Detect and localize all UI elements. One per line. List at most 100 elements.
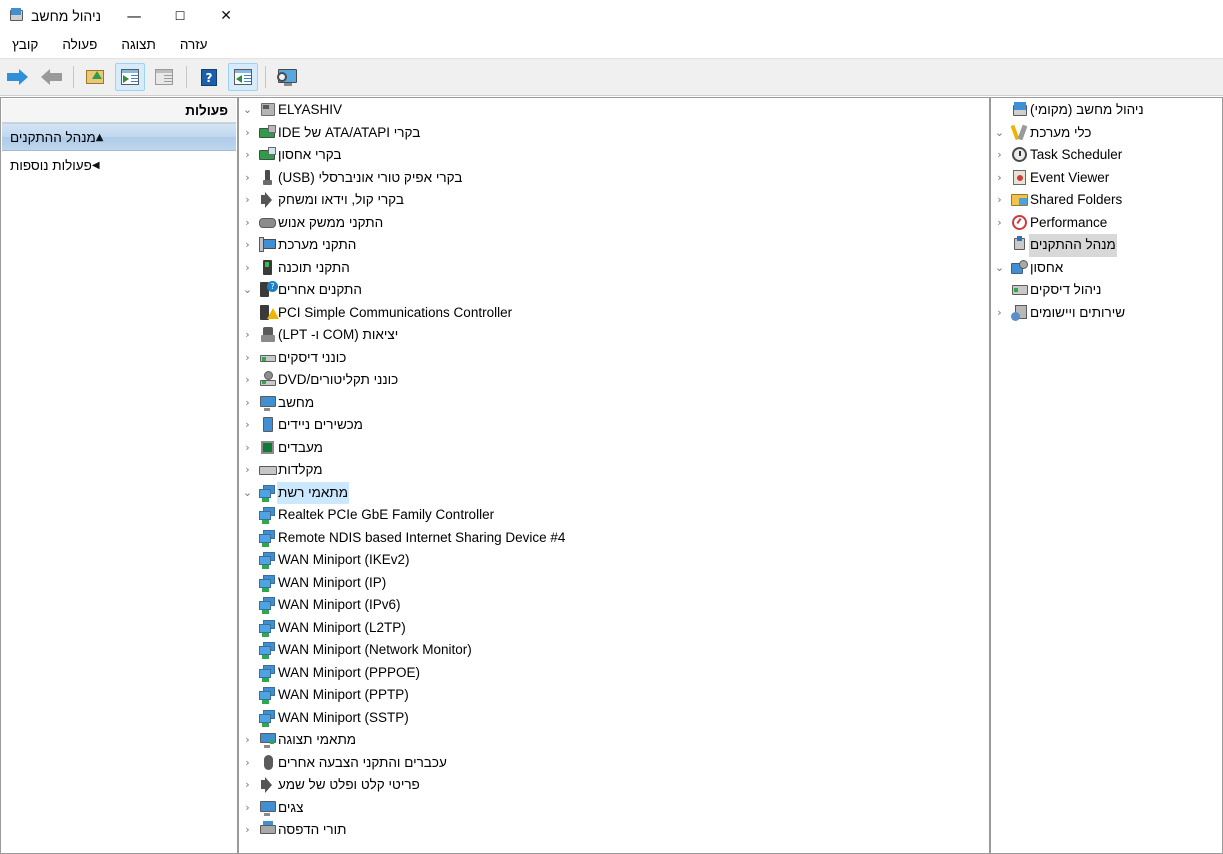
- show-hide-action-pane-button[interactable]: [115, 63, 145, 91]
- tree-row[interactable]: ניהול דיסקים: [992, 279, 1221, 302]
- chevron-left-icon[interactable]: ‹: [240, 414, 255, 437]
- chevron-left-icon[interactable]: ‹: [240, 819, 255, 842]
- tree-row[interactable]: ‹ כונני דיסקים: [240, 347, 988, 370]
- chevron-left-icon[interactable]: ‹: [992, 212, 1007, 235]
- tree-row-label: PCI Simple Communications Controller: [278, 304, 513, 320]
- chevron-down-icon[interactable]: ⌄: [240, 279, 255, 302]
- chevron-down-icon[interactable]: ⌄: [240, 99, 255, 122]
- tree-row[interactable]: ניהול מחשב (מקומי): [992, 99, 1221, 122]
- chevron-left-icon[interactable]: ‹: [240, 729, 255, 752]
- tree-row[interactable]: ‹ שירותים ויישומים: [992, 302, 1221, 325]
- chevron-left-icon[interactable]: ‹: [240, 392, 255, 415]
- tree-row-label: WAN Miniport (IPv6): [278, 597, 401, 612]
- title-bar: ניהול מחשב — ☐ ✕: [0, 0, 1223, 31]
- chevron-left-icon[interactable]: ‹: [240, 257, 255, 280]
- menu-help[interactable]: עזרה: [168, 34, 220, 55]
- tree-row[interactable]: ‹ בקרי ATA/ATAPI של IDE: [240, 122, 988, 145]
- menu-action[interactable]: פעולה: [50, 34, 109, 55]
- chevron-left-icon[interactable]: ‹: [992, 167, 1007, 190]
- minimize-button[interactable]: —: [111, 0, 157, 31]
- tree-row[interactable]: WAN Miniport (PPTP): [240, 684, 988, 707]
- tree-row[interactable]: WAN Miniport (IPv6): [240, 594, 988, 617]
- chevron-left-icon[interactable]: ‹: [240, 752, 255, 775]
- help-button[interactable]: ?: [194, 63, 224, 91]
- tree-row[interactable]: WAN Miniport (IP): [240, 572, 988, 595]
- tree-row[interactable]: ‹ עכברים והתקני הצבעה אחרים: [240, 752, 988, 775]
- menu-view[interactable]: תצוגה: [109, 34, 167, 55]
- forward-button[interactable]: [2, 63, 32, 91]
- close-button[interactable]: ✕: [203, 0, 249, 31]
- export-list-button[interactable]: [81, 63, 111, 91]
- tree-row[interactable]: ‹ התקני מערכת: [240, 234, 988, 257]
- tree-row[interactable]: ‹ צגים: [240, 797, 988, 820]
- chevron-left-icon[interactable]: ‹: [240, 324, 255, 347]
- back-button[interactable]: [36, 63, 66, 91]
- tree-row[interactable]: PCI Simple Communications Controller: [240, 302, 988, 325]
- chevron-left-icon[interactable]: ‹: [240, 212, 255, 235]
- console-tree-pane: ניהול מחשב (מקומי) ⌄ כלי מערכת ‹ Task Schedu…: [990, 97, 1223, 854]
- collapse-triangle-icon[interactable]: ▲: [96, 132, 104, 143]
- tree-row[interactable]: ‹ Task Scheduler: [992, 144, 1221, 167]
- tree-row[interactable]: Realtek PCIe GbE Family Controller: [240, 504, 988, 527]
- tree-row[interactable]: ‹ בקרי קול, וידאו ומשחק: [240, 189, 988, 212]
- chevron-left-icon[interactable]: ‹: [240, 234, 255, 257]
- menu-file[interactable]: קובץ: [0, 34, 50, 55]
- chevron-left-icon[interactable]: ‹: [240, 459, 255, 482]
- actions-item-device-manager[interactable]: מנהל ההתקנים ▲: [2, 123, 236, 151]
- chevron-left-icon[interactable]: ‹: [240, 122, 255, 145]
- tree-row[interactable]: WAN Miniport (PPPOE): [240, 662, 988, 685]
- tree-row[interactable]: ⌄ מתאמי רשת: [240, 481, 988, 505]
- chevron-left-icon[interactable]: ‹: [992, 189, 1007, 212]
- actions-item-more-actions[interactable]: פעולות נוספות ◀: [2, 151, 236, 179]
- chevron-left-icon[interactable]: ‹: [992, 144, 1007, 167]
- tree-row[interactable]: ⌄ כלי מערכת: [992, 122, 1221, 145]
- network-adapter-icon: [259, 551, 277, 570]
- tree-row[interactable]: WAN Miniport (Network Monitor): [240, 639, 988, 662]
- tree-row[interactable]: ⌄ ELYASHIV: [240, 99, 988, 122]
- tree-row[interactable]: WAN Miniport (L2TP): [240, 617, 988, 640]
- tree-row[interactable]: ‹ בקרי אפיק טורי אוניברסלי (USB): [240, 167, 988, 190]
- toolbar-separator-3: [73, 66, 74, 88]
- show-hide-console-tree-button[interactable]: [228, 63, 258, 91]
- tree-row[interactable]: ‹ מכשירים ניידים: [240, 414, 988, 437]
- tree-row[interactable]: ‹ מחשב: [240, 392, 988, 415]
- tree-row[interactable]: ⌄ אחסון: [992, 257, 1221, 280]
- chevron-left-icon[interactable]: ‹: [240, 369, 255, 392]
- scan-hardware-changes-button[interactable]: [273, 63, 303, 91]
- tree-row[interactable]: ‹ התקני ממשק אנוש: [240, 212, 988, 235]
- chevron-left-icon[interactable]: ‹: [240, 167, 255, 190]
- chevron-down-icon[interactable]: ⌄: [992, 257, 1007, 280]
- chevron-left-icon[interactable]: ‹: [992, 302, 1007, 325]
- tree-row[interactable]: ‹ מקלדות: [240, 459, 988, 482]
- tree-row-label: בקרי ATA/ATAPI של IDE: [278, 124, 421, 140]
- tree-row[interactable]: WAN Miniport (SSTP): [240, 707, 988, 730]
- tree-row[interactable]: ‹ תורי הדפסה: [240, 819, 988, 842]
- tree-row[interactable]: ‹ כונני תקליטורים/DVD: [240, 369, 988, 392]
- tree-row[interactable]: מנהל ההתקנים: [992, 234, 1221, 257]
- tree-row[interactable]: ‹ יציאות (COM ו- LPT): [240, 324, 988, 347]
- tree-row[interactable]: ‹ מעבדים: [240, 437, 988, 460]
- chevron-left-icon[interactable]: ‹: [240, 774, 255, 797]
- tree-row[interactable]: ‹ פריטי קלט ופלט של שמע: [240, 774, 988, 797]
- tree-row[interactable]: WAN Miniport (IKEv2): [240, 549, 988, 572]
- tree-row[interactable]: ‹ התקני תוכנה: [240, 257, 988, 280]
- processor-icon: [259, 439, 277, 457]
- chevron-left-icon[interactable]: ‹: [240, 144, 255, 167]
- chevron-down-icon[interactable]: ⌄: [240, 482, 255, 505]
- tree-row[interactable]: ‹ בקרי אחסון: [240, 144, 988, 167]
- chevron-left-icon[interactable]: ‹: [240, 437, 255, 460]
- chevron-left-icon[interactable]: ‹: [240, 347, 255, 370]
- tree-row[interactable]: ‹ Performance: [992, 212, 1221, 235]
- chevron-left-icon[interactable]: ‹: [240, 189, 255, 212]
- properties-button[interactable]: [149, 63, 179, 91]
- chevron-down-icon[interactable]: ⌄: [992, 122, 1007, 145]
- tree-row[interactable]: ⌄? התקנים אחרים: [240, 279, 988, 302]
- tree-row[interactable]: ‹ Shared Folders: [992, 189, 1221, 212]
- tree-row[interactable]: Remote NDIS based Internet Sharing Devic…: [240, 527, 988, 550]
- tree-row[interactable]: ‹ מתאמי תצוגה: [240, 729, 988, 752]
- tree-row-label: מתאמי רשת: [277, 481, 350, 504]
- expand-triangle-icon[interactable]: ◀: [92, 160, 100, 171]
- chevron-left-icon[interactable]: ‹: [240, 797, 255, 820]
- maximize-button[interactable]: ☐: [157, 0, 203, 31]
- tree-row[interactable]: ‹ Event Viewer: [992, 167, 1221, 190]
